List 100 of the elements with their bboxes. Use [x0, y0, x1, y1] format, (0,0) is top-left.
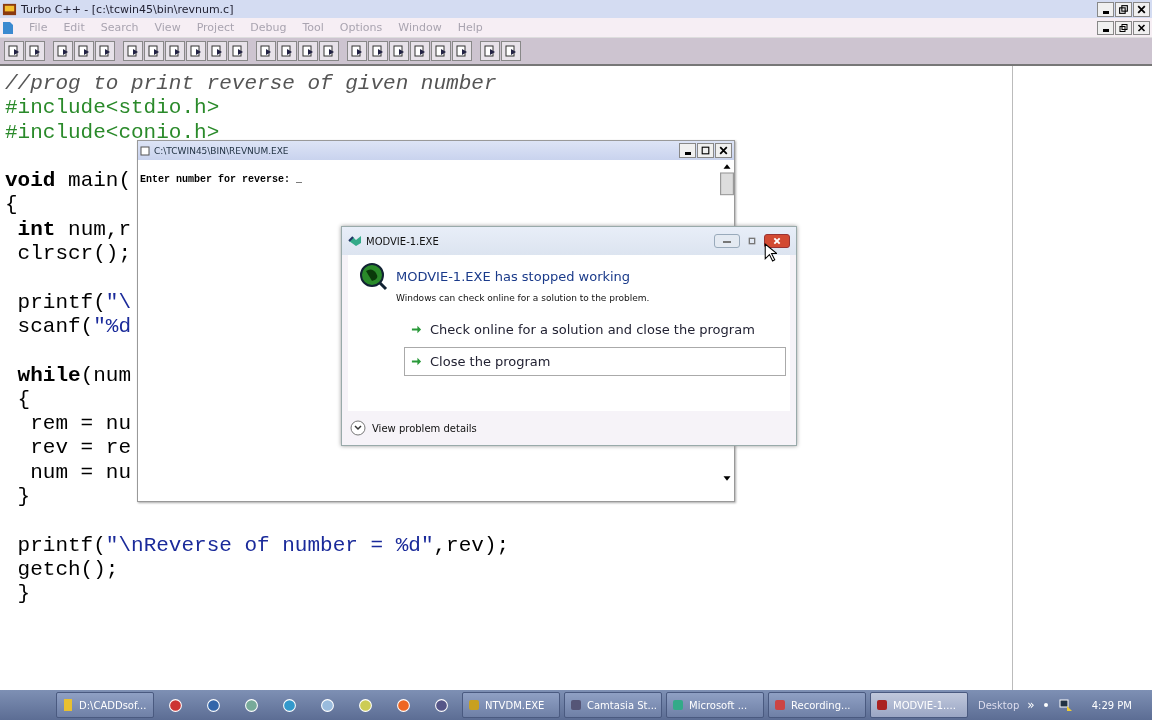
toolbar-icon[interactable]: [256, 41, 276, 61]
toolbar-icon[interactable]: [4, 41, 24, 61]
code-text: {: [16, 387, 31, 411]
close-button[interactable]: [715, 143, 732, 158]
close-button[interactable]: [764, 234, 790, 248]
minimize-icon: [1102, 10, 1109, 14]
minimize-button[interactable]: [679, 143, 696, 158]
app-icon: [875, 698, 889, 712]
toolbar-icon[interactable]: [144, 41, 164, 61]
taskbar-button[interactable]: MODVIE-1....: [870, 692, 968, 718]
code-string: "%d: [93, 314, 132, 338]
toolbar-icon[interactable]: [74, 41, 94, 61]
close-icon: [717, 145, 730, 156]
code-text: printf(: [16, 533, 106, 557]
minimize-icon: [1102, 28, 1109, 32]
command-link[interactable]: Close the program: [404, 347, 786, 376]
app-icon: [569, 698, 583, 712]
toolbar-icon[interactable]: [480, 41, 500, 61]
details-link[interactable]: View problem details: [350, 420, 477, 436]
toolbar-icon[interactable]: [389, 41, 409, 61]
close-icon: [1135, 3, 1148, 15]
toolbar-icon[interactable]: [165, 41, 185, 61]
code-text: main(: [67, 169, 132, 193]
code-text: rev = re: [29, 436, 132, 460]
toolbar-icon[interactable]: [123, 41, 143, 61]
code-keyword: while: [16, 363, 81, 387]
toolbar-icon[interactable]: [228, 41, 248, 61]
minimize-icon: [684, 152, 691, 155]
desktop-label[interactable]: Desktop: [978, 699, 1020, 711]
code-text: (num: [80, 363, 132, 387]
app-icon: [671, 698, 685, 712]
restore-icon: [1117, 3, 1130, 15]
taskbar-button[interactable]: Microsoft ...: [666, 692, 764, 718]
close-button[interactable]: [1133, 20, 1150, 35]
maximize-icon: [699, 145, 712, 156]
taskbar-button[interactable]: NTVDM.EXE: [462, 692, 560, 718]
code-keyword: int: [16, 217, 56, 241]
toolbar-icon[interactable]: [298, 41, 318, 61]
toolbar-icon[interactable]: [53, 41, 73, 61]
code-text: printf(: [16, 290, 106, 314]
command-link[interactable]: Check online for a solution and close the program: [404, 315, 786, 344]
code-keyword: void: [5, 169, 56, 193]
code-text: num = nu: [29, 460, 132, 484]
code-text: getch();: [16, 557, 119, 581]
toolbar-icon[interactable]: [277, 41, 297, 61]
restore-icon: [1117, 22, 1130, 33]
toolbar-icon[interactable]: [501, 41, 521, 61]
toolbar-icon[interactable]: [452, 41, 472, 61]
code-comment: //prog to print reverse of given number: [5, 72, 497, 95]
toolbar-icon[interactable]: [186, 41, 206, 61]
arrow-icon: [411, 356, 422, 367]
arrow-icon: [411, 324, 422, 335]
app-icon: [2, 1, 17, 17]
chevron-icon: [350, 420, 366, 436]
minimize-button[interactable]: [1097, 1, 1114, 17]
toolbar-icon[interactable]: [25, 41, 45, 61]
code-text: num,r: [67, 217, 132, 241]
maximize-button[interactable]: [697, 143, 714, 158]
toolbar-icon[interactable]: [95, 41, 115, 61]
minimize-button[interactable]: [1097, 20, 1114, 35]
network-icon: [1058, 698, 1073, 712]
toolbar-icon[interactable]: [410, 41, 430, 61]
code-text: {: [5, 193, 18, 217]
code-text: scanf(: [16, 314, 94, 338]
close-icon: [1135, 22, 1148, 33]
program-icon: [348, 235, 362, 247]
toolbar-icon[interactable]: [368, 41, 388, 61]
window-title: Turbo C++ - [c:\tcwin45\bin\revnum.c]: [21, 2, 235, 16]
taskbar-button[interactable]: Camtasia St...: [564, 692, 662, 718]
code-directive: #include<stdio.h>: [5, 96, 220, 120]
document-icon: [2, 20, 14, 35]
code-string: "\nReverse of number = %d": [105, 533, 434, 557]
console-title: C:\TCWIN45\BIN\REVNUM.EXE: [154, 145, 289, 156]
code-text: }: [16, 582, 31, 606]
code-text: }: [16, 485, 31, 509]
clock: 4:29 PM: [1091, 699, 1132, 711]
dialog-heading: MODVIE-1.EXE has stopped working: [396, 268, 631, 284]
code-text: rem = nu: [29, 412, 132, 436]
console-icon: [140, 145, 150, 156]
restore-button[interactable]: [1115, 20, 1132, 35]
folder-icon: [61, 698, 75, 712]
toolbar-icon[interactable]: [347, 41, 367, 61]
tray-dot-icon: [1042, 702, 1049, 708]
code-text: ,rev);: [433, 533, 510, 557]
code-directive: #include<conio.h>: [5, 120, 220, 144]
console-prompt: Enter number for reverse: _: [140, 174, 303, 185]
close-button[interactable]: [1133, 1, 1150, 17]
code-string: "\: [105, 290, 132, 314]
app-icon: [773, 698, 787, 712]
restore-button[interactable]: [1115, 1, 1132, 17]
toolbar-icon[interactable]: [207, 41, 227, 61]
more-button[interactable]: »: [1027, 698, 1035, 712]
app-icon: [467, 698, 481, 712]
taskbar-button[interactable]: D:\CADDsof...: [56, 692, 154, 718]
dialog-message: Windows can check online for a solution to the problem.: [396, 293, 651, 303]
toolbar-icon[interactable]: [319, 41, 339, 61]
dialog-title: MODVIE-1.EXE: [366, 235, 439, 247]
toolbar-icon[interactable]: [431, 41, 451, 61]
taskbar-button[interactable]: Recording...: [768, 692, 866, 718]
code-text: clrscr();: [16, 242, 132, 266]
